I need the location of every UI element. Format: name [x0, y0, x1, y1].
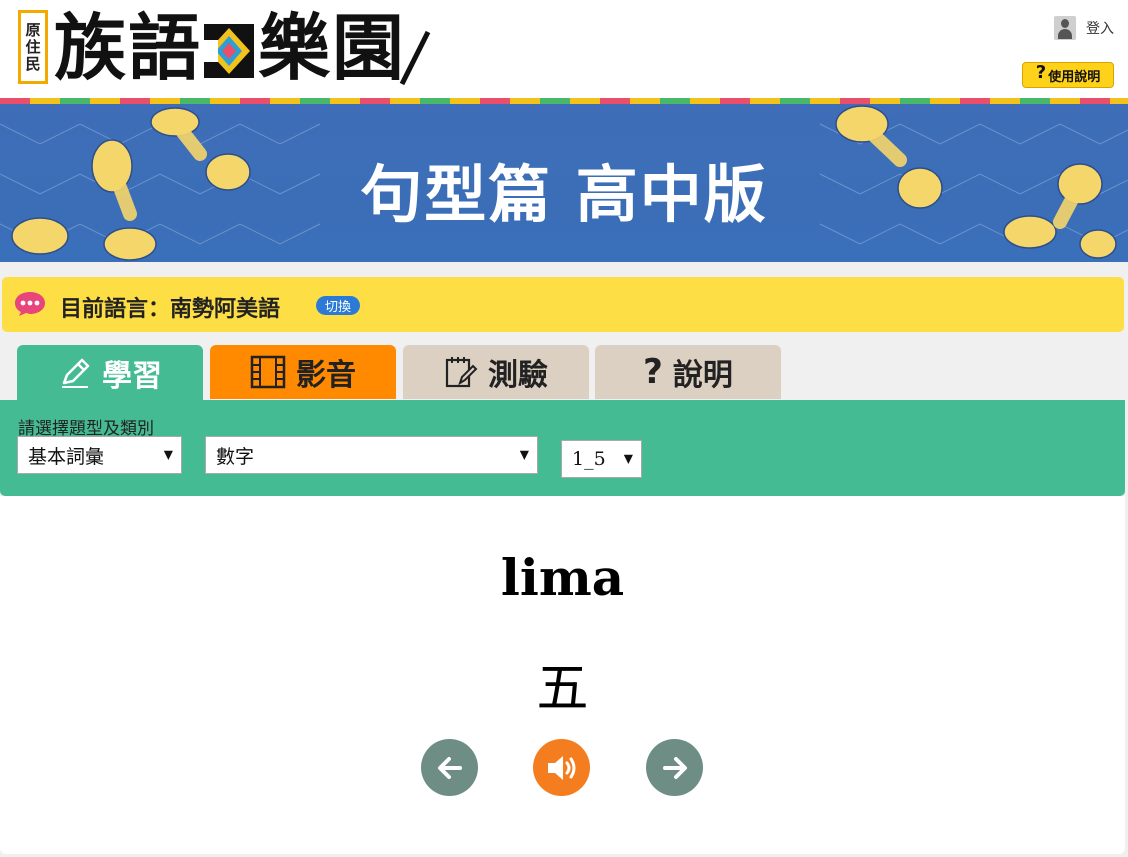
tab-test-label: 測驗 [488, 358, 548, 393]
tab-help-label: 說明 [672, 358, 733, 393]
dropdown-arrow-icon: ▼ [519, 447, 529, 462]
range-value: 1_5 [572, 448, 606, 470]
tab-learn-label: 學習 [102, 359, 162, 394]
flashcard-area: lima 五 [0, 496, 1125, 854]
chat-bubble-icon [15, 292, 45, 316]
login-label: 登入 [1086, 21, 1114, 37]
question-icon: ? [1035, 61, 1047, 83]
speaker-icon [547, 755, 575, 780]
vocabulary-word: lima [500, 548, 625, 607]
login-link[interactable]: 登入 [1054, 16, 1114, 40]
current-language-bar: 目前語言：南勢阿美語 切換 [2, 277, 1124, 332]
banner-title: 句型篇 高中版 [360, 158, 768, 231]
logo-slash-icon [399, 30, 431, 86]
film-icon [250, 355, 286, 389]
dropdown-arrow-icon: ▼ [163, 447, 173, 462]
question-type-select[interactable]: 基本詞彙 ▼ [17, 436, 182, 474]
category-select[interactable]: 數字 ▼ [205, 436, 538, 474]
logo-tag: 原 住 民 [18, 10, 48, 84]
tab-video-label: 影音 [296, 358, 356, 393]
notepad-icon [445, 357, 478, 388]
next-button[interactable] [646, 739, 703, 796]
dropdown-arrow-icon: ▼ [623, 451, 633, 466]
word-meaning: 五 [536, 659, 589, 719]
tab-help[interactable]: ? 說明 [595, 345, 781, 399]
logo-tag-char: 住 [25, 37, 41, 56]
filter-panel: 請選擇題型及類別 基本詞彙 ▼ 數字 ▼ 1_5 ▼ [0, 400, 1125, 496]
current-language-label: 目前語言：南勢阿美語 [60, 297, 281, 322]
pencil-icon [62, 358, 90, 388]
category-value: 數字 [216, 445, 255, 468]
user-icon [1054, 16, 1076, 40]
logo-tag-char: 民 [25, 54, 41, 73]
logo-text-left: 族語 [54, 6, 203, 90]
tab-video[interactable]: 影音 [210, 345, 396, 399]
tab-learn[interactable]: 學習 [17, 345, 203, 401]
user-guide-label: 使用說明 [1048, 69, 1101, 85]
logo-text-right: 樂園 [258, 6, 407, 90]
user-guide-button[interactable]: ? 使用說明 [1022, 62, 1114, 88]
previous-button[interactable] [421, 739, 478, 796]
range-select[interactable]: 1_5 ▼ [561, 440, 642, 478]
logo-tag-char: 原 [25, 20, 41, 39]
arrow-right-icon [662, 756, 687, 779]
play-audio-button[interactable] [533, 739, 590, 796]
logo-emblem-icon [204, 24, 254, 78]
site-header: 原 住 民 族語 樂園 登入 ? 使用說明 [0, 0, 1128, 100]
site-logo[interactable]: 原 住 民 族語 樂園 [18, 6, 438, 90]
arrow-left-icon [437, 756, 462, 779]
question-type-value: 基本詞彙 [28, 445, 105, 468]
tab-test[interactable]: 測驗 [403, 345, 589, 399]
switch-language-button[interactable]: 切換 [316, 296, 360, 315]
question-icon: ? [643, 352, 663, 392]
banner: 句型篇 高中版 [0, 104, 1128, 262]
